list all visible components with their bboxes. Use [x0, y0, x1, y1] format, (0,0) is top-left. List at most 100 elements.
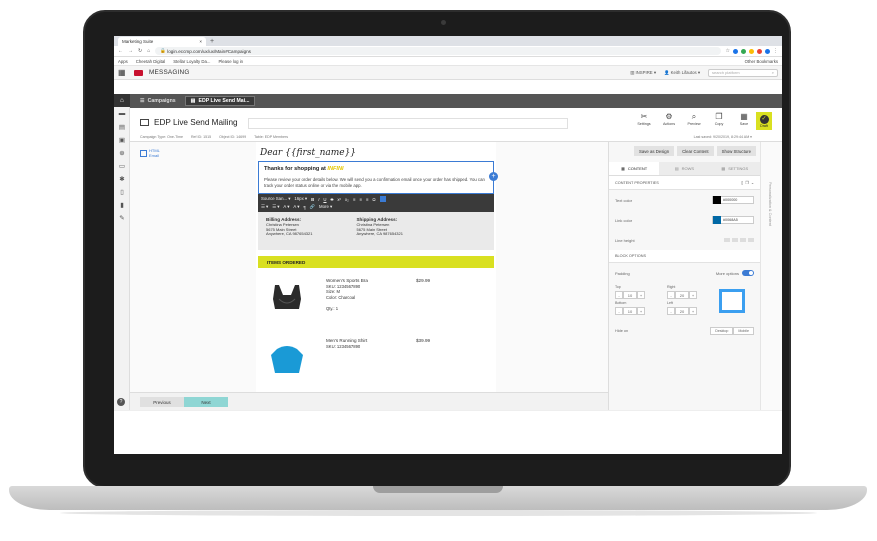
- extension-icon[interactable]: [733, 48, 738, 54]
- tab-rows[interactable]: ▤ ROWS: [659, 162, 710, 175]
- home-icon[interactable]: ⌂: [114, 94, 130, 107]
- align-left-icon[interactable]: ≡: [353, 197, 356, 202]
- app-grid-icon[interactable]: ▦: [118, 68, 128, 77]
- org-menu[interactable]: ▥ INSPIRE ▾: [630, 70, 656, 76]
- align-right-icon[interactable]: ≡: [366, 197, 369, 202]
- more-menu[interactable]: More ▾: [319, 204, 332, 210]
- more-options-toggle[interactable]: [742, 270, 754, 276]
- inbox-icon[interactable]: ▤: [114, 120, 130, 133]
- webcam: [441, 20, 446, 25]
- highlight-icon[interactable]: A ▾: [293, 204, 299, 210]
- copy-button[interactable]: ❐ Copy: [709, 112, 729, 126]
- bold-icon[interactable]: B: [311, 197, 314, 202]
- reload-icon[interactable]: ↻: [138, 48, 142, 54]
- user-menu[interactable]: 👤 Keith Lifautos ▾: [664, 70, 700, 76]
- tools-icon[interactable]: ✎: [114, 211, 130, 224]
- message-icon[interactable]: ▭: [114, 159, 130, 172]
- next-button[interactable]: Next: [184, 397, 228, 407]
- hide-mobile-button[interactable]: Mobile: [733, 327, 754, 335]
- forward-icon[interactable]: →: [128, 48, 133, 54]
- save-as-design-button[interactable]: Save as Design: [633, 146, 675, 156]
- underline-icon[interactable]: U: [323, 197, 326, 202]
- delete-icon[interactable]: ▯: [741, 181, 743, 185]
- profile-avatar[interactable]: [765, 48, 770, 54]
- subscript-icon[interactable]: x₂: [345, 197, 349, 202]
- padding-top-stepper[interactable]: -10 +: [615, 291, 663, 299]
- bug-icon[interactable]: ✱: [114, 172, 130, 185]
- chevron-down-icon[interactable]: ⌄: [751, 181, 754, 185]
- save-button[interactable]: ▦ Save: [734, 112, 754, 126]
- show-structure-button[interactable]: Show Structure: [716, 146, 756, 156]
- new-tab-icon[interactable]: +: [210, 37, 214, 46]
- product-row[interactable]: Women's Sports Bra SKU: 1234567890 Size:…: [264, 278, 496, 328]
- url-field[interactable]: 🔒 login.eccmp.com/ux/ux/Main#Campaigns: [155, 47, 721, 55]
- settings-icon: ✂: [640, 112, 648, 121]
- home-icon[interactable]: ⌂: [147, 48, 150, 54]
- star-icon[interactable]: ☆: [726, 48, 730, 54]
- size-select[interactable]: 16px ▾: [294, 196, 307, 202]
- text-color-icon[interactable]: A ▾: [283, 204, 289, 210]
- bookmark-apps[interactable]: Apps: [118, 59, 128, 64]
- tab-settings[interactable]: ▦ SETTINGS: [709, 162, 760, 175]
- list-icon: ☰: [140, 98, 145, 104]
- font-select[interactable]: Source San... ▾: [261, 196, 290, 202]
- save-icon: ▦: [740, 112, 748, 121]
- bookmark-login[interactable]: Please log in: [218, 59, 243, 64]
- link-color-picker[interactable]: #0068A5: [712, 216, 754, 224]
- text-color-picker[interactable]: #000000: [712, 196, 754, 204]
- line-height-options[interactable]: [724, 238, 754, 242]
- other-bookmarks[interactable]: Other Bookmarks: [745, 59, 778, 64]
- paragraph-icon[interactable]: ¶: [303, 205, 305, 210]
- back-icon[interactable]: ←: [118, 48, 123, 54]
- panel-actions: Save as Design Clear Content Show Struct…: [609, 142, 760, 156]
- padding-left-stepper[interactable]: -20 +: [667, 307, 715, 315]
- tab-content[interactable]: ▦ CONTENT: [609, 162, 660, 175]
- address-block[interactable]: Billing Address: Christina Petersen 5675…: [258, 212, 494, 250]
- strikethrough-icon[interactable]: S: [331, 197, 334, 202]
- superscript-icon[interactable]: x²: [337, 197, 341, 202]
- extension-icon[interactable]: [741, 48, 746, 54]
- italic-icon[interactable]: I: [318, 197, 319, 202]
- extension-icon[interactable]: [749, 48, 754, 54]
- bookmarks-bar: Apps Cheetah Digital Stellar Loyalty Da.…: [114, 57, 782, 66]
- draft-status-button[interactable]: ✓ Draft: [756, 112, 772, 130]
- bookmark-cheetah[interactable]: Cheetah Digital: [136, 59, 165, 64]
- tab-edp-mailing[interactable]: ▤ EDP Live Send Mai...: [184, 96, 256, 106]
- help-icon[interactable]: ?: [117, 398, 125, 406]
- bullet-list-icon[interactable]: ☰ ▾: [261, 204, 268, 210]
- browser-tab[interactable]: Marketing Suite ×: [118, 37, 206, 46]
- check-icon: ✓: [759, 114, 769, 124]
- link-icon[interactable]: 🔗: [310, 204, 315, 210]
- preview-button[interactable]: ⌕ Preview: [684, 112, 704, 126]
- globe-icon[interactable]: ⊕: [114, 146, 130, 159]
- hide-desktop-button[interactable]: Desktop: [710, 327, 734, 335]
- title-input[interactable]: [248, 118, 568, 129]
- trash-icon[interactable]: ▮: [114, 198, 130, 211]
- greeting[interactable]: Dear {{first_name}}: [256, 142, 496, 161]
- add-block-icon[interactable]: +: [489, 172, 498, 181]
- tab-campaigns[interactable]: ☰ Campaigns: [135, 96, 181, 106]
- kebab-menu-icon[interactable]: ⋮: [773, 48, 778, 54]
- clear-content-button[interactable]: Clear Content: [677, 146, 714, 156]
- platform-search[interactable]: search platform ⌕: [708, 68, 778, 77]
- code-icon[interactable]: [379, 196, 386, 202]
- personalization-side-tab[interactable]: Personalization & Content: [760, 142, 782, 410]
- extension-icon[interactable]: [757, 48, 762, 54]
- align-center-icon[interactable]: ≡: [359, 197, 362, 202]
- document-icon[interactable]: ▯: [114, 185, 130, 198]
- bookmark-stellar[interactable]: Stellar Loyalty Da...: [173, 59, 210, 64]
- folder-icon[interactable]: ▬: [114, 107, 130, 120]
- text-block[interactable]: Thanks for shopping at INFINI Please rev…: [258, 161, 498, 194]
- number-list-icon[interactable]: ☰ ▾: [272, 204, 279, 210]
- previous-button[interactable]: Previous: [140, 397, 184, 407]
- product-row[interactable]: Men's Running Shirt SKU: 1234567890 $39.…: [264, 338, 496, 388]
- duplicate-icon[interactable]: ❐: [745, 181, 748, 185]
- special-char-icon[interactable]: Ω: [372, 197, 375, 202]
- padding-right-stepper[interactable]: -20 +: [667, 291, 715, 299]
- actions-button[interactable]: ⚙ Actions: [659, 112, 679, 126]
- calendar-icon[interactable]: ▣: [114, 133, 130, 146]
- padding-bottom-stepper[interactable]: -10 +: [615, 307, 663, 315]
- tab-close-icon[interactable]: ×: [199, 39, 202, 44]
- items-ordered-heading[interactable]: ITEMS ORDERED: [258, 256, 494, 268]
- settings-button[interactable]: ✂ Settings: [634, 112, 654, 126]
